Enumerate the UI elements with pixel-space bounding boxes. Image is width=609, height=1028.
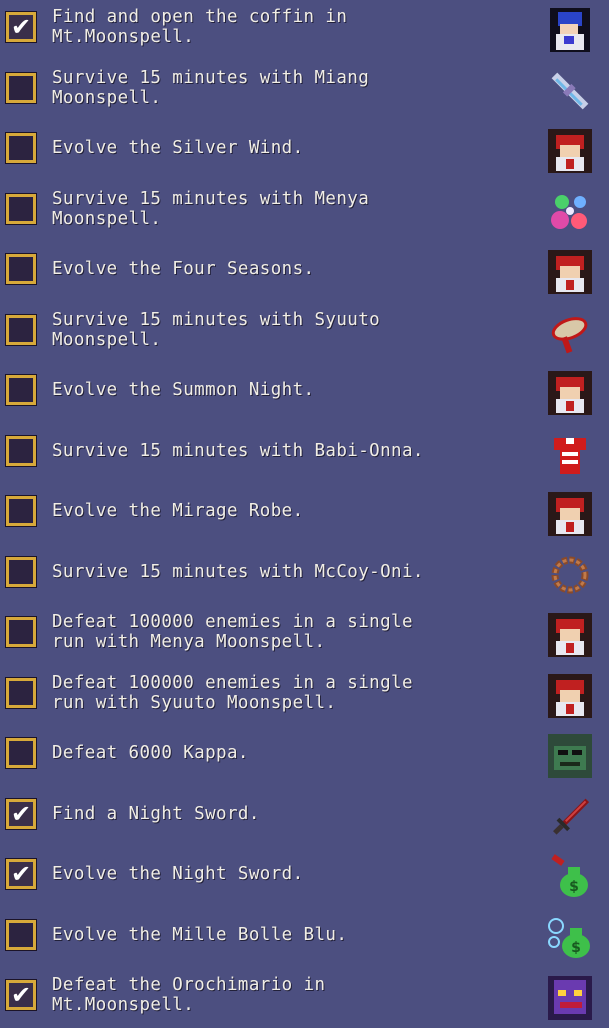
quest-row: Defeat 6000 Kappa. <box>0 726 609 786</box>
prayer-beads-icon <box>546 551 594 599</box>
quest-row: ✔ Defeat the Orochimario in Mt.Moonspell. <box>0 968 609 1028</box>
character-portrait-icon <box>546 248 594 296</box>
quest-text: Evolve the Summon Night. <box>52 380 315 400</box>
four-seasons-icon <box>546 188 594 236</box>
quest-list: ✔ Find and open the coffin in Mt.Moonspel… <box>0 0 609 1024</box>
quest-row: Defeat 100000 enemies in a single run wi… <box>0 605 609 665</box>
quest-text: Evolve the Mille Bolle Blu. <box>52 925 348 945</box>
character-portrait-icon <box>546 611 594 659</box>
quest-row: Evolve the Summon Night. <box>0 363 609 423</box>
quest-row: Survive 15 minutes with McCoy-Oni. <box>0 545 609 605</box>
checkbox-checked: ✔ <box>5 858 37 890</box>
checkbox-unchecked <box>5 314 37 346</box>
svg-text:$: $ <box>571 940 581 956</box>
quest-row: ✔ Find a Night Sword. <box>0 787 609 847</box>
kappa-portrait-icon <box>546 732 594 780</box>
checkbox-unchecked <box>5 495 37 527</box>
quest-text: Evolve the Silver Wind. <box>52 138 304 158</box>
orochimario-portrait-icon <box>546 974 594 1022</box>
check-mark-icon: ✔ <box>10 981 32 1009</box>
quest-row: Evolve the Mirage Robe. <box>0 484 609 544</box>
quest-row: ✔ Evolve the Night Sword. $ <box>0 847 609 907</box>
checkbox-unchecked <box>5 435 37 467</box>
checkbox-unchecked <box>5 374 37 406</box>
quest-text: Defeat 6000 Kappa. <box>52 743 249 763</box>
quest-text: Find and open the coffin in Mt.Moonspell… <box>52 7 348 47</box>
quest-row: Survive 15 minutes with Babi-Onna. <box>0 424 609 484</box>
night-sword-icon <box>546 793 594 841</box>
character-portrait-icon <box>546 672 594 720</box>
character-portrait-icon <box>546 127 594 175</box>
quest-text: Survive 15 minutes with Miang Moonspell. <box>52 68 370 108</box>
check-mark-icon: ✔ <box>10 13 32 41</box>
quest-row: Survive 15 minutes with Menya Moonspell. <box>0 182 609 242</box>
checkbox-unchecked <box>5 132 37 164</box>
checkbox-unchecked <box>5 556 37 588</box>
quest-row: Evolve the Mille Bolle Blu. $ <box>0 908 609 968</box>
silver-wind-icon <box>546 67 594 115</box>
checkbox-unchecked <box>5 919 37 951</box>
check-mark-icon: ✔ <box>10 800 32 828</box>
checkbox-unchecked <box>5 72 37 104</box>
character-portrait-icon <box>546 490 594 538</box>
checkbox-unchecked <box>5 193 37 225</box>
quest-text: Survive 15 minutes with McCoy-Oni. <box>52 562 424 582</box>
quest-text: Defeat 100000 enemies in a single run wi… <box>52 612 413 652</box>
check-mark-icon: ✔ <box>10 860 32 888</box>
quest-row: Defeat 100000 enemies in a single run wi… <box>0 666 609 726</box>
checkbox-unchecked <box>5 616 37 648</box>
checkbox-unchecked <box>5 253 37 285</box>
money-bag-icon: $ <box>546 853 594 901</box>
quest-row: Evolve the Silver Wind. <box>0 121 609 181</box>
quest-row: ✔ Find and open the coffin in Mt.Moonspel… <box>0 0 609 60</box>
quest-text: Survive 15 minutes with Babi-Onna. <box>52 441 424 461</box>
quest-row: Evolve the Four Seasons. <box>0 242 609 302</box>
character-portrait-icon <box>546 369 594 417</box>
checkbox-unchecked <box>5 677 37 709</box>
quest-text: Evolve the Night Sword. <box>52 864 304 884</box>
svg-text:$: $ <box>569 879 579 895</box>
checkbox-checked: ✔ <box>5 11 37 43</box>
quest-text: Survive 15 minutes with Syuuto Moonspell… <box>52 310 381 350</box>
money-bag-bubbles-icon: $ <box>546 914 594 962</box>
checkbox-checked: ✔ <box>5 979 37 1011</box>
quest-text: Defeat 100000 enemies in a single run wi… <box>52 673 413 713</box>
quest-text: Defeat the Orochimario in Mt.Moonspell. <box>52 975 326 1015</box>
quest-row: Survive 15 minutes with Syuuto Moonspell… <box>0 303 609 363</box>
quest-row: Survive 15 minutes with Miang Moonspell. <box>0 61 609 121</box>
checkbox-checked: ✔ <box>5 798 37 830</box>
summon-night-icon <box>546 309 594 357</box>
quest-text: Survive 15 minutes with Menya Moonspell. <box>52 189 370 229</box>
quest-text: Evolve the Four Seasons. <box>52 259 315 279</box>
quest-text: Evolve the Mirage Robe. <box>52 501 304 521</box>
quest-text: Find a Night Sword. <box>52 804 260 824</box>
mirage-robe-icon <box>546 430 594 478</box>
checkbox-unchecked <box>5 737 37 769</box>
miang-portrait-icon <box>546 6 594 54</box>
